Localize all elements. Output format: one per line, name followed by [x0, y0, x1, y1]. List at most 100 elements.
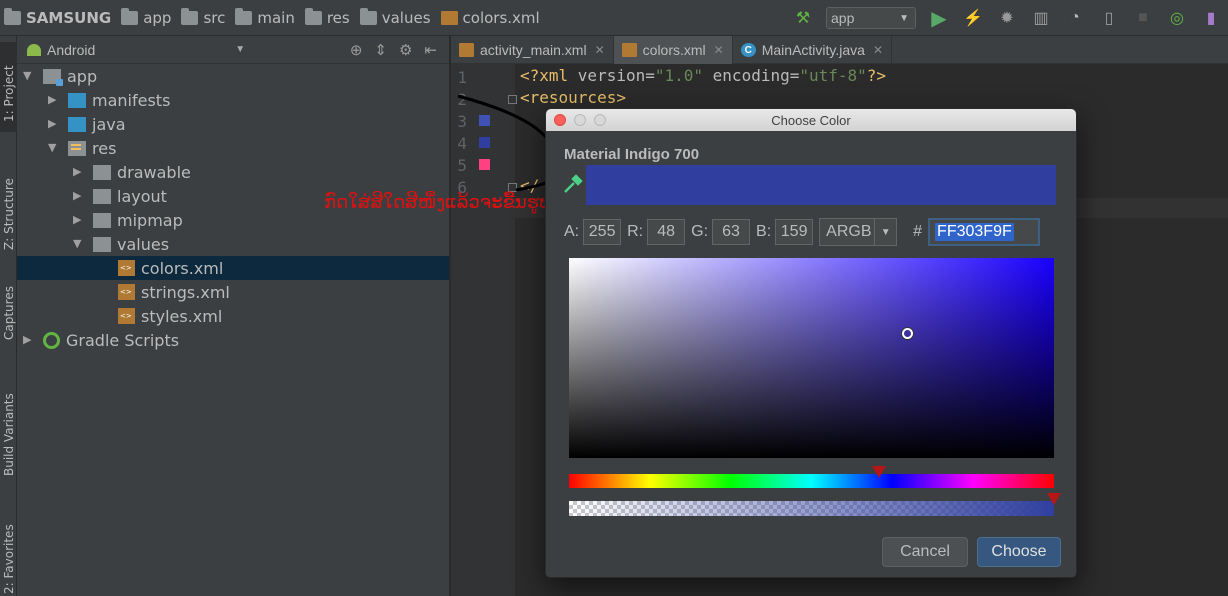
android-studio-window: SAMSUNG app src main res values colors.x… [0, 0, 1228, 596]
project-view-mode-select[interactable]: Android [47, 42, 95, 58]
color-mode-select[interactable]: ARGB ▼ [819, 218, 898, 246]
chevron-down-icon[interactable]: ▼ [235, 44, 245, 55]
close-icon[interactable]: ✕ [714, 43, 724, 57]
choose-button[interactable]: Choose [977, 537, 1061, 567]
tree-item[interactable]: ▼ values [17, 232, 449, 256]
hue-slider[interactable] [569, 466, 1054, 488]
folder-icon [359, 7, 377, 25]
sync-gradle-icon[interactable]: ◎ [1167, 8, 1187, 28]
tab-colors-xml[interactable]: colors.xml ✕ [613, 36, 733, 64]
module-folder-icon [121, 7, 139, 25]
minimize-window-icon[interactable] [574, 114, 586, 126]
line-number: 1 [457, 68, 467, 87]
saturation-brightness-field[interactable] [569, 258, 1054, 458]
expand-arrow-icon[interactable]: ▼ [48, 142, 58, 153]
hide-panel-icon[interactable]: ⇤ [424, 41, 437, 59]
breadcrumb-res[interactable]: res [304, 7, 350, 27]
expand-arrow-icon[interactable]: ▼ [73, 238, 83, 249]
blue-input[interactable]: 159 [775, 219, 814, 245]
tree-item[interactable]: ▶ Gradle Scripts [17, 328, 449, 352]
hex-input[interactable]: FF303F9F [928, 218, 1041, 246]
chevron-down-icon: ▼ [899, 12, 909, 24]
tree-item[interactable]: ▼ res [17, 136, 449, 160]
collapse-arrow-icon[interactable]: ▶ [23, 334, 33, 345]
expand-arrow-icon[interactable]: ▼ [23, 70, 33, 81]
tree-item[interactable]: ▶ java [17, 112, 449, 136]
tree-item[interactable]: styles.xml [17, 304, 449, 328]
tree-item[interactable]: ▼ app [17, 64, 449, 88]
project-folder-icon [4, 7, 21, 25]
collapse-all-icon[interactable]: ⇕ [374, 41, 387, 59]
tree-item-label: styles.xml [141, 306, 223, 326]
tree-item[interactable]: ▶ manifests [17, 88, 449, 112]
tree-item-label: colors.xml [141, 258, 224, 278]
red-input[interactable]: 48 [647, 219, 686, 245]
close-window-icon[interactable] [554, 114, 566, 126]
zoom-window-icon[interactable] [594, 114, 606, 126]
breadcrumb-colors-xml[interactable]: colors.xml [440, 9, 540, 27]
run-configuration-select[interactable]: app ▼ [826, 7, 916, 29]
green-input[interactable]: 63 [712, 219, 751, 245]
code-line-1[interactable]: <?xml version="1.0" encoding="utf-8"?> [520, 66, 886, 85]
res-folder-icon [304, 7, 322, 25]
collapse-arrow-icon[interactable]: ▶ [48, 118, 58, 129]
alpha-slider-thumb[interactable] [1047, 493, 1061, 505]
left-tool-strip: 1: Project Z: Structure Captures Build V… [0, 36, 17, 596]
tree-item-label: drawable [117, 162, 191, 182]
debug-bug-icon[interactable]: ✹ [997, 8, 1017, 28]
xml-file-icon [118, 308, 135, 324]
alpha-slider[interactable] [569, 493, 1061, 516]
avd-manager-icon[interactable]: ▮ [1201, 8, 1221, 28]
tab-project[interactable]: 1: Project [0, 42, 17, 132]
run-config-label: app [831, 10, 855, 26]
res-folder-icon [68, 140, 86, 156]
main-toolbar: ⚒ app ▼ ▶ ⚡ ✹ ▥ ◔ ▯ ■ ◎ ▮ [786, 0, 1228, 36]
collapse-arrow-icon[interactable]: ▶ [73, 214, 83, 225]
color-cursor[interactable] [902, 328, 913, 339]
tab-activity-main-xml[interactable]: activity_main.xml ✕ [451, 36, 614, 64]
hue-slider-thumb[interactable] [872, 466, 887, 478]
folder-blue-icon [68, 116, 86, 132]
tree-item[interactable]: ▶ drawable [17, 160, 449, 184]
breadcrumb-app[interactable]: app [121, 7, 171, 27]
tree-item[interactable]: colors.xml [17, 256, 449, 280]
tree-item-label: layout [117, 186, 167, 206]
collapse-arrow-icon[interactable]: ▶ [73, 190, 83, 201]
profiler-gauge-icon[interactable]: ◔ [1065, 8, 1085, 28]
profile-icon[interactable]: ▥ [1031, 8, 1051, 28]
tab-build-variants[interactable]: Build Variants [0, 386, 17, 486]
stop-icon[interactable]: ■ [1133, 8, 1153, 28]
collapse-arrow-icon[interactable]: ▶ [73, 166, 83, 177]
settings-gear-icon[interactable]: ⚙ [399, 41, 412, 59]
collapse-arrow-icon[interactable]: ▶ [48, 94, 58, 105]
chevron-down-icon: ▼ [874, 219, 896, 245]
scroll-from-source-icon[interactable]: ⊕ [350, 41, 363, 59]
dialog-title: Choose Color [771, 112, 851, 128]
breadcrumb-project[interactable]: SAMSUNG [4, 7, 111, 27]
apply-changes-icon[interactable]: ⚡ [963, 8, 983, 28]
tab-captures[interactable]: Captures [0, 276, 17, 356]
breadcrumb-values[interactable]: values [359, 7, 431, 27]
breadcrumb-src[interactable]: src [181, 7, 225, 27]
tree-item-label: res [92, 138, 117, 158]
close-icon[interactable]: ✕ [595, 43, 605, 57]
run-icon[interactable]: ▶ [929, 8, 949, 30]
tree-item[interactable]: strings.xml [17, 280, 449, 304]
attach-debugger-icon[interactable]: ▯ [1099, 8, 1119, 28]
tree-item-label: manifests [92, 90, 171, 110]
hex-hash-label: # [913, 223, 923, 240]
tab-main-activity-java[interactable]: C MainActivity.java ✕ [733, 36, 893, 64]
tab-favorites[interactable]: 2: Favorites [0, 516, 17, 596]
tab-structure[interactable]: Z: Structure [0, 154, 17, 254]
eyedropper-icon[interactable] [562, 173, 584, 195]
make-project-hammer-icon[interactable]: ⚒ [793, 8, 813, 28]
java-class-icon: C [740, 43, 756, 57]
alpha-input[interactable]: 255 [583, 219, 622, 245]
folder-icon [235, 7, 253, 25]
color-mode-value: ARGB [826, 223, 872, 240]
breadcrumb-main[interactable]: main [235, 7, 295, 27]
cancel-button[interactable]: Cancel [882, 537, 968, 567]
android-icon [27, 43, 41, 56]
close-icon[interactable]: ✕ [873, 43, 883, 57]
